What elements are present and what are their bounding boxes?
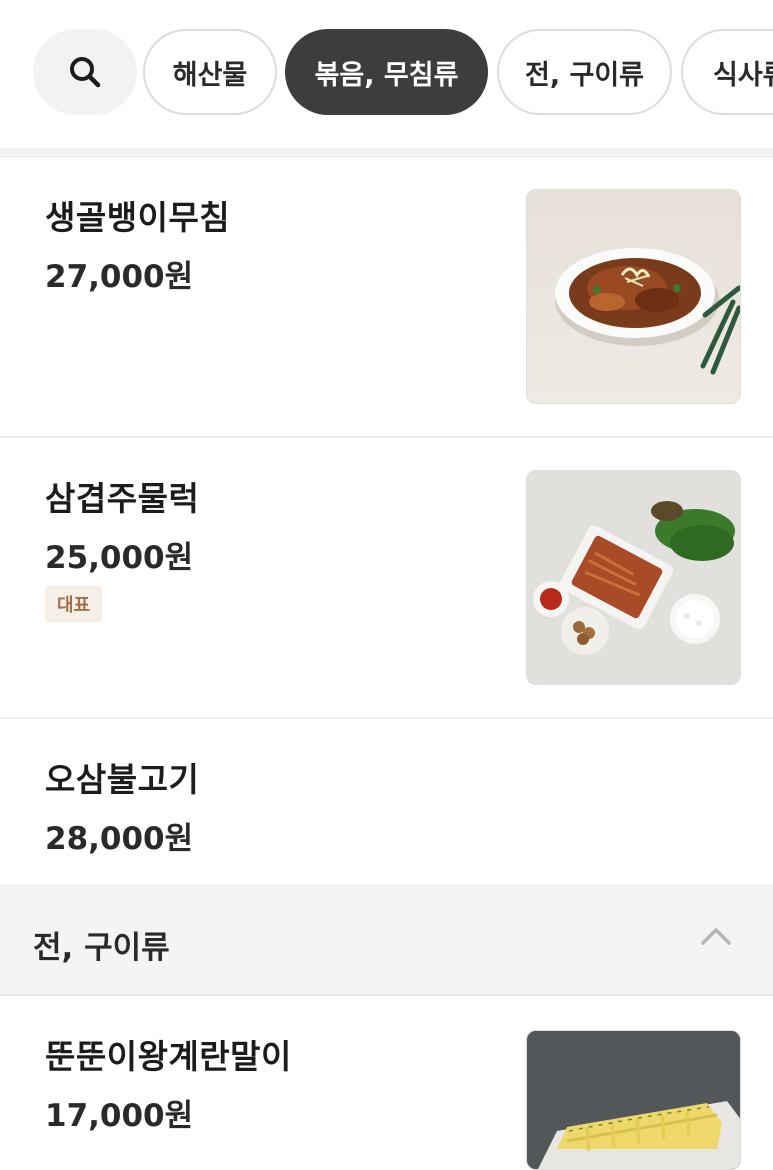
section-header-pancake-grill[interactable]: 전, 구이류 [0,884,773,996]
menu-item-samgyeop[interactable]: 삼겹주물럭 25,000원 대표 [0,438,773,719]
menu-item-image [526,1030,741,1170]
menu-item-name: 뚠뚠이왕계란말이 [45,1037,292,1076]
category-chip-label: 볶음, 무침류 [314,59,459,91]
search-icon [70,57,101,88]
menu-item-osam[interactable]: 오삼불고기 28,000원 [0,719,773,884]
menu-item-name: 삼겹주물럭 [45,479,200,518]
category-chip-seafood[interactable]: 해산물 [143,29,277,115]
search-button[interactable] [33,29,137,115]
signature-badge: 대표 [45,586,103,622]
menu-item-image [526,470,741,685]
chevron-up-icon[interactable] [698,918,734,954]
category-chip-label: 식사류 [713,59,773,91]
category-chip-stir-fry[interactable]: 볶음, 무침류 [285,29,488,115]
menu-item-name: 오삼불고기 [45,760,200,799]
category-chip-label: 해산물 [172,59,248,91]
section-title: 전, 구이류 [33,930,170,966]
menu-item-golbaengi[interactable]: 생골뱅이무침 27,000원 [0,157,773,438]
menu-item-price: 28,000원 [45,821,194,857]
divider [0,148,773,157]
category-chip-pancake-grill[interactable]: 전, 구이류 [497,29,672,115]
category-chip-label: 전, 구이류 [524,59,645,91]
menu-item-price: 27,000원 [45,259,194,295]
menu-item-price: 17,000원 [45,1098,194,1134]
menu-item-image [526,189,741,404]
category-chip-meals[interactable]: 식사류 [681,29,773,115]
menu-item-gyeranmari[interactable]: 뚠뚠이왕계란말이 17,000원 [0,996,773,1170]
menu-item-name: 생골뱅이무침 [45,198,231,237]
menu-item-price: 25,000원 [45,540,194,576]
category-filter-bar: 해산물 볶음, 무침류 전, 구이류 식사류 [0,0,773,148]
